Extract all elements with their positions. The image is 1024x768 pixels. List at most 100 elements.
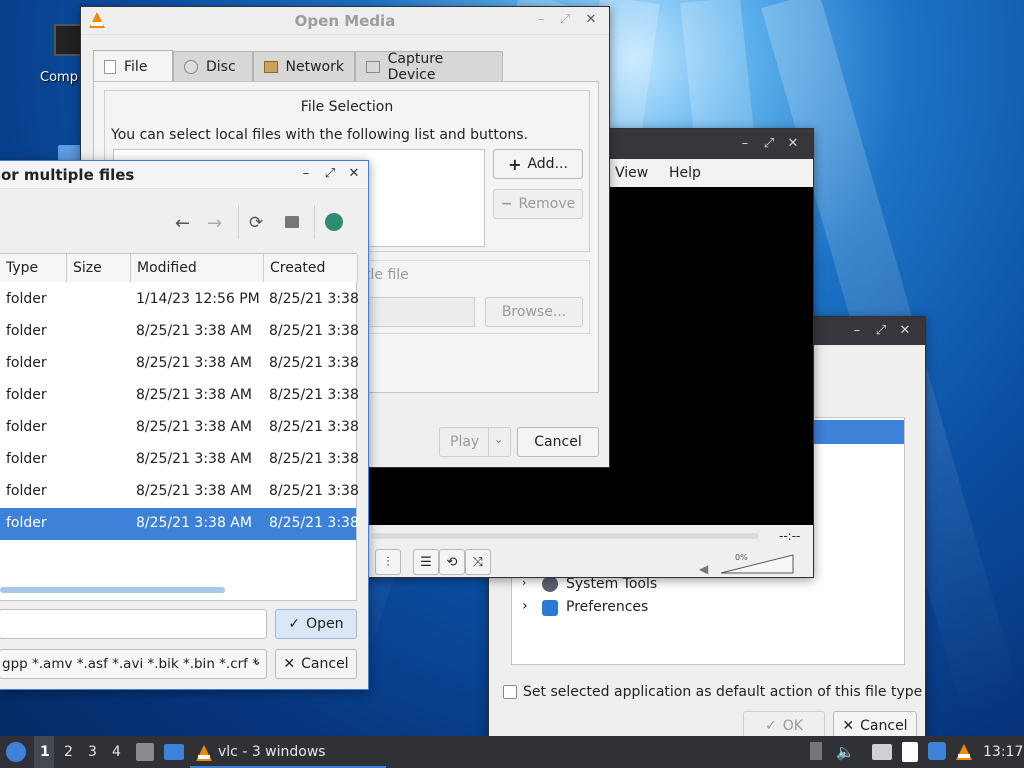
chevron-right-icon[interactable]: ›	[522, 598, 528, 614]
close-icon[interactable]: ✕	[895, 323, 915, 338]
volume-icon[interactable]: 🔈	[836, 743, 855, 761]
table-row[interactable]: folder 8/25/21 3:38 AM 8/25/21 3:38	[0, 412, 359, 444]
file-chooser-titlebar[interactable]: or multiple files – ⤢ ✕	[0, 161, 368, 189]
shuffle-icon[interactable]: ⤨	[465, 549, 491, 575]
close-icon[interactable]: ✕	[344, 166, 364, 181]
menu-help[interactable]: Help	[669, 165, 701, 181]
playlist-icon[interactable]: ☰	[413, 549, 439, 575]
cell-modified: 8/25/21 3:38 AM	[136, 355, 252, 371]
cell-created: 8/25/21 3:38	[269, 451, 359, 467]
cell-created: 8/25/21 3:38	[269, 387, 359, 403]
open-media-titlebar[interactable]: Open Media – ⤢ ✕	[81, 7, 609, 35]
desktop-icon-label[interactable]: Comp	[40, 70, 78, 85]
cell-type: folder	[6, 515, 47, 531]
table-row[interactable]: folder 8/25/21 3:38 AM 8/25/21 3:38	[0, 348, 359, 380]
tab-file[interactable]: File	[93, 50, 173, 82]
open-button[interactable]: ✓ Open	[275, 609, 357, 639]
forward-arrow-icon[interactable]: →	[207, 213, 222, 234]
window-title: Open Media	[294, 12, 396, 30]
minimize-icon[interactable]: –	[735, 136, 755, 151]
tree-item-preferences[interactable]: › Preferences	[520, 598, 900, 620]
loop-icon[interactable]: ⟲	[439, 549, 465, 575]
workspace-1[interactable]: 1	[40, 744, 50, 760]
play-button[interactable]: Play ⌄	[439, 427, 511, 457]
column-header-created[interactable]: Created	[264, 254, 358, 282]
cancel-button[interactable]: ✕ Cancel	[275, 649, 357, 679]
cell-modified: 8/25/21 3:38 AM	[136, 323, 252, 339]
back-arrow-icon[interactable]: ←	[175, 213, 190, 234]
column-header-size[interactable]: Size	[67, 254, 131, 282]
filename-input[interactable]	[0, 609, 267, 639]
equalizer-icon[interactable]: ⫶	[375, 549, 401, 575]
maximize-icon[interactable]: ⤢	[759, 136, 779, 151]
chevron-down-icon[interactable]: ⌄	[494, 433, 503, 446]
cell-modified: 8/25/21 3:38 AM	[136, 483, 252, 499]
subtitle-path-input[interactable]	[365, 297, 475, 327]
table-row[interactable]: folder 8/25/21 3:38 AM 8/25/21 3:38	[0, 444, 359, 476]
clock[interactable]: 13:17	[983, 744, 1023, 760]
speaker-icon[interactable]: ◀	[699, 562, 708, 576]
cell-created: 8/25/21 3:38	[269, 323, 359, 339]
task-vlc[interactable]: vlc - 3 windows	[190, 738, 386, 768]
time-display: --:--	[779, 529, 801, 543]
refresh-icon[interactable]: ⟳	[249, 213, 263, 233]
subtitle-label: tle file	[365, 267, 409, 283]
notification-icon[interactable]	[928, 742, 946, 760]
toolbar-divider	[314, 205, 315, 239]
table-row[interactable]: folder 8/25/21 3:38 AM 8/25/21 3:38	[0, 476, 359, 508]
volume-percent: 0%	[735, 553, 748, 562]
cancel-label: Cancel	[534, 434, 582, 450]
minimize-icon[interactable]: –	[531, 12, 551, 27]
file-icon	[104, 59, 116, 74]
column-header-type[interactable]: Type	[0, 254, 67, 282]
maximize-icon[interactable]: ⤢	[320, 166, 340, 181]
table-row[interactable]: folder 1/14/23 12:56 PM 8/25/21 3:38	[0, 284, 359, 316]
vlc-tray-icon[interactable]	[956, 744, 972, 760]
tab-disc[interactable]: Disc	[173, 51, 253, 81]
file-manager-icon[interactable]	[136, 743, 154, 761]
plus-icon: +	[508, 154, 522, 174]
workspace-3[interactable]: 3	[88, 744, 97, 760]
new-folder-icon[interactable]	[285, 216, 299, 228]
close-icon[interactable]: ✕	[783, 136, 803, 151]
table-row-selected[interactable]: folder 8/25/21 3:38 AM 8/25/21 3:38	[0, 508, 359, 540]
divider	[488, 428, 489, 456]
tab-network[interactable]: Network	[253, 51, 355, 81]
close-icon: ✕	[842, 718, 855, 734]
ok-label: OK	[782, 718, 803, 734]
file-list-view[interactable]: Type Size Modified Created folder 1/14/2…	[0, 253, 359, 601]
cell-created: 8/25/21 3:38	[269, 355, 359, 371]
default-action-checkbox[interactable]	[503, 685, 517, 699]
remove-button[interactable]: − Remove	[493, 189, 583, 219]
minimize-icon[interactable]: –	[847, 323, 867, 338]
file-chooser-window: or multiple files – ⤢ ✕ ← → ⟳ Type Size …	[0, 160, 369, 690]
default-action-label[interactable]: Set selected application as default acti…	[523, 684, 922, 700]
settings-icon[interactable]	[325, 213, 343, 231]
start-menu-icon[interactable]	[6, 742, 26, 762]
workspace-2[interactable]: 2	[64, 744, 73, 760]
show-desktop-icon[interactable]	[164, 744, 184, 760]
clipboard-icon[interactable]	[902, 742, 918, 762]
network-icon[interactable]	[872, 744, 892, 760]
close-icon[interactable]: ✕	[581, 12, 601, 27]
horizontal-scrollbar[interactable]	[0, 587, 225, 593]
table-row[interactable]: folder 8/25/21 3:38 AM 8/25/21 3:38	[0, 380, 359, 412]
workspace-4[interactable]: 4	[112, 744, 121, 760]
add-button[interactable]: + Add...	[493, 149, 583, 179]
file-type-filter-select[interactable]: gpp *.amv *.asf *.avi *.bik *.bin *.crf …	[0, 649, 267, 679]
table-row[interactable]: folder 8/25/21 3:38 AM 8/25/21 3:38	[0, 316, 359, 348]
menu-view[interactable]: View	[615, 165, 648, 181]
scroll-indicator-icon	[810, 742, 822, 760]
column-header-modified[interactable]: Modified	[131, 254, 264, 282]
volume-slider[interactable]	[719, 553, 795, 575]
seek-slider[interactable]	[371, 533, 759, 539]
browse-button[interactable]: Browse...	[485, 297, 583, 327]
maximize-icon[interactable]: ⤢	[871, 323, 891, 338]
tab-capture-device[interactable]: Capture Device	[355, 51, 503, 83]
maximize-icon[interactable]: ⤢	[555, 12, 575, 27]
minimize-icon[interactable]: –	[296, 166, 316, 181]
disc-icon	[184, 59, 198, 74]
cell-type: folder	[6, 291, 47, 307]
cancel-button[interactable]: Cancel	[517, 427, 599, 457]
close-icon: ✕	[283, 656, 296, 672]
